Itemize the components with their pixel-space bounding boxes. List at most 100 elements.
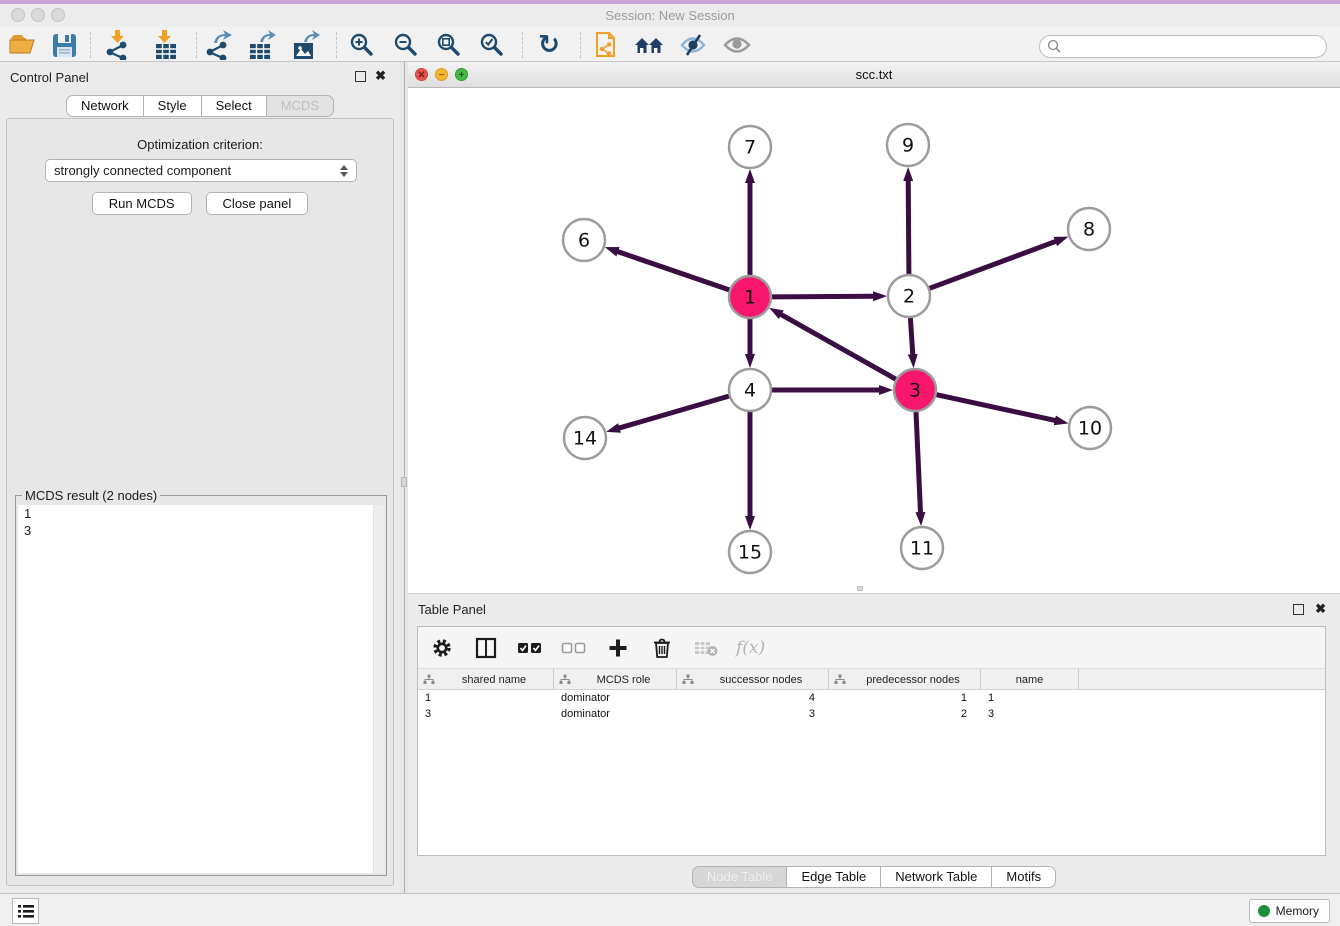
refresh-icon[interactable]: ↻ — [533, 30, 565, 60]
edge-3-11[interactable] — [916, 412, 921, 513]
export-image-icon[interactable] — [290, 30, 322, 60]
edge-3-1[interactable] — [781, 314, 896, 379]
node-1[interactable]: 1 — [729, 276, 771, 318]
network-canvas[interactable]: 1 2 3 4 6 7 8 9 10 11 14 15 — [408, 88, 1340, 593]
cell-shared_name[interactable]: 1 — [418, 690, 554, 706]
edge-4-14[interactable] — [619, 396, 729, 428]
save-session-icon[interactable] — [48, 30, 80, 60]
close-panel-icon[interactable]: ✖ — [375, 68, 386, 84]
canvas-resize-grip[interactable] — [857, 586, 863, 591]
cell-shared_name[interactable]: 3 — [418, 706, 554, 722]
column-header-name[interactable]: name — [981, 669, 1079, 690]
cell-name[interactable]: 1 — [981, 690, 1079, 706]
tab-network[interactable]: Network — [66, 95, 144, 117]
tab-style[interactable]: Style — [143, 95, 202, 117]
first-neighbors-icon[interactable] — [633, 30, 665, 60]
close-panel-button[interactable]: Close panel — [206, 192, 309, 215]
cell-successor[interactable]: 4 — [677, 690, 829, 706]
node-15[interactable]: 15 — [729, 531, 771, 573]
run-mcds-button[interactable]: Run MCDS — [92, 192, 192, 215]
table-column-headers: shared nameMCDS rolesuccessor nodesprede… — [418, 669, 1325, 690]
cell-name[interactable]: 3 — [981, 706, 1079, 722]
edge-1-2[interactable] — [772, 296, 874, 297]
cell-mcds_role[interactable]: dominator — [554, 690, 677, 706]
new-network-from-selection-icon[interactable] — [591, 30, 623, 60]
column-selector-icon[interactable] — [472, 634, 500, 662]
column-type-icon — [559, 674, 571, 685]
node-14[interactable]: 14 — [564, 417, 606, 459]
table-row[interactable]: 1dominator411 — [418, 690, 1325, 706]
deselect-all-checkboxes-icon[interactable] — [560, 634, 588, 662]
optimization-criterion-select[interactable]: strongly connected component — [45, 159, 357, 182]
edge-2-3[interactable] — [910, 318, 912, 355]
hide-graphics-details-icon[interactable] — [677, 30, 709, 60]
node-6[interactable]: 6 — [563, 219, 605, 261]
tab-edge-table[interactable]: Edge Table — [786, 866, 881, 888]
cell-predecessor[interactable]: 2 — [829, 706, 981, 722]
memory-button[interactable]: Memory — [1249, 899, 1330, 923]
select-all-checkboxes-icon[interactable] — [516, 634, 544, 662]
node-3[interactable]: 3 — [894, 369, 936, 411]
svg-text:9: 9 — [902, 135, 914, 157]
network-window-titlebar[interactable]: ✕ − + scc.txt — [408, 62, 1340, 88]
table-rows: 1dominator4113dominator323 — [418, 690, 1325, 722]
export-table-icon[interactable] — [246, 30, 278, 60]
close-table-panel-icon[interactable]: ✖ — [1315, 601, 1326, 617]
show-graphics-details-icon[interactable] — [721, 30, 753, 60]
edge-3-10[interactable] — [937, 395, 1056, 421]
node-10[interactable]: 10 — [1069, 407, 1111, 449]
import-network-icon[interactable] — [102, 30, 134, 60]
svg-text:10: 10 — [1078, 418, 1102, 440]
task-history-button[interactable] — [12, 898, 39, 924]
column-header-predecessor-nodes[interactable]: predecessor nodes — [829, 669, 981, 690]
tab-node-table[interactable]: Node Table — [692, 866, 788, 888]
tab-motifs[interactable]: Motifs — [991, 866, 1056, 888]
panel-splitter[interactable] — [400, 62, 408, 893]
node-9[interactable]: 9 — [887, 124, 929, 166]
column-header-successor-nodes[interactable]: successor nodes — [677, 669, 829, 690]
open-session-icon[interactable] — [6, 30, 38, 60]
node-7[interactable]: 7 — [729, 126, 771, 168]
result-list-item[interactable]: 1 — [18, 505, 384, 522]
node-11[interactable]: 11 — [901, 527, 943, 569]
delete-column-icon[interactable] — [648, 634, 676, 662]
table-options-gear-icon[interactable] — [428, 634, 456, 662]
cell-mcds_role[interactable]: dominator — [554, 706, 677, 722]
zoom-in-icon[interactable] — [346, 30, 378, 60]
result-scrollbar[interactable] — [373, 505, 384, 873]
search-field[interactable] — [1039, 35, 1327, 58]
column-header-shared-name[interactable]: shared name — [418, 669, 554, 690]
node-2[interactable]: 2 — [888, 275, 930, 317]
tab-mcds[interactable]: MCDS — [266, 95, 334, 117]
import-table-icon[interactable] — [150, 30, 182, 60]
column-type-icon — [834, 674, 846, 685]
zoom-fit-icon[interactable] — [433, 30, 465, 60]
node-4[interactable]: 4 — [729, 369, 771, 411]
float-table-panel-icon[interactable] — [1293, 604, 1304, 615]
node-8[interactable]: 8 — [1068, 208, 1110, 250]
edge-1-6[interactable] — [617, 251, 729, 290]
tab-select[interactable]: Select — [201, 95, 267, 117]
search-input — [1062, 40, 1326, 54]
zoom-out-icon[interactable] — [390, 30, 422, 60]
edge-2-9[interactable] — [908, 180, 909, 274]
tab-network-table[interactable]: Network Table — [880, 866, 992, 888]
table-row[interactable]: 3dominator323 — [418, 706, 1325, 722]
edge-2-8[interactable] — [930, 241, 1057, 288]
float-panel-icon[interactable] — [355, 71, 366, 82]
zoom-selected-icon[interactable] — [476, 30, 508, 60]
add-column-icon[interactable] — [604, 634, 632, 662]
cell-predecessor[interactable]: 1 — [829, 690, 981, 706]
function-builder-icon[interactable]: f(x) — [736, 638, 765, 658]
mcds-result-list[interactable]: 13 — [18, 505, 384, 873]
control-panel: Control Panel ✖ NetworkStyleSelectMCDS O… — [0, 62, 400, 893]
column-type-icon — [423, 674, 435, 685]
delete-table-icon[interactable] — [692, 634, 720, 662]
column-header-filler — [1079, 669, 1325, 690]
titlebar: Session: New Session — [0, 4, 1340, 27]
cell-successor[interactable]: 3 — [677, 706, 829, 722]
export-network-icon[interactable] — [202, 30, 234, 60]
splitter-grip-icon[interactable] — [401, 477, 407, 487]
column-header-MCDS-role[interactable]: MCDS role — [554, 669, 677, 690]
result-list-item[interactable]: 3 — [18, 522, 384, 539]
